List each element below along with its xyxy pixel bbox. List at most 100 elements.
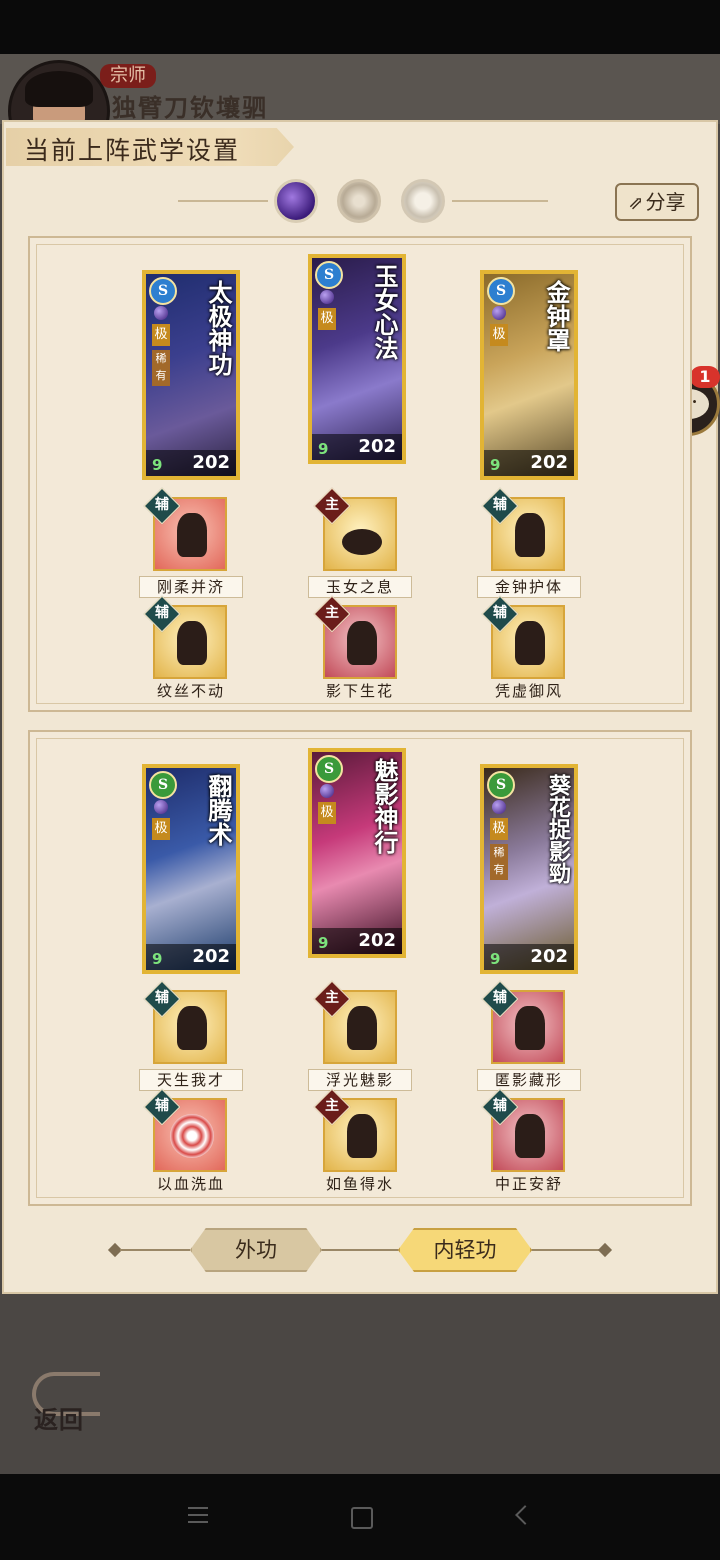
skill-tag: 辅 <box>155 1098 169 1114</box>
card-orb-icon <box>320 290 334 304</box>
card-grade-badge: S <box>487 771 515 799</box>
card-name: 金钟罩 <box>542 280 571 352</box>
skill-card[interactable]: S 极 魅影神行 202 9 <box>308 748 406 958</box>
skill-tag: 辅 <box>493 605 507 621</box>
skill-figure <box>177 621 207 665</box>
back-label: 返回 <box>34 1405 84 1434</box>
card-orb-icon <box>492 306 506 320</box>
skill-name: 匿影藏形 <box>477 1069 581 1091</box>
card-grade-badge: S <box>315 755 343 783</box>
panel-title: 当前上阵武学设置 <box>24 136 241 165</box>
skill-figure <box>342 529 382 555</box>
skill-figure <box>347 1006 377 1050</box>
chat-unread-badge: 1 <box>690 366 720 388</box>
card-orb-icon <box>154 306 168 320</box>
skill-icon[interactable]: 辅 <box>481 487 565 571</box>
card-tier: 极 <box>152 818 170 840</box>
skill-name: 金钟护体 <box>477 576 581 598</box>
skill-icon[interactable]: 辅 <box>481 980 565 1064</box>
skill-card[interactable]: S 极 翻腾术 202 9 <box>142 764 240 974</box>
skill-card[interactable]: S 极 金钟罩 202 9 <box>480 270 578 480</box>
skill-figure <box>177 1006 207 1050</box>
skill-icon[interactable]: 辅 <box>143 980 227 1064</box>
skill-tag: 主 <box>325 497 339 513</box>
card-grade-badge: S <box>487 277 515 305</box>
card-orb-icon <box>154 800 168 814</box>
card-name: 太极神功 <box>204 280 233 376</box>
menu-icon[interactable] <box>188 1507 208 1523</box>
card-star-count: 9 <box>152 950 163 968</box>
status-bar <box>0 0 720 54</box>
skill-name: 刚柔并济 <box>139 576 243 598</box>
skill-figure <box>515 1114 545 1158</box>
skill-figure <box>515 513 545 557</box>
skill-name: 玉女之息 <box>308 576 412 598</box>
skill-tag: 辅 <box>155 605 169 621</box>
skill-tag: 辅 <box>493 1098 507 1114</box>
skill-figure <box>347 621 377 665</box>
skill-tag: 辅 <box>155 497 169 513</box>
skill-name: 中正安舒 <box>494 1175 563 1193</box>
tab-outer-skill[interactable]: 外功 <box>190 1228 322 1272</box>
page-indicator-1[interactable] <box>274 179 318 223</box>
skill-card[interactable]: S 极 玉女心法 202 9 <box>308 254 406 464</box>
card-tier: 极 <box>318 308 336 330</box>
card-name: 翻腾术 <box>204 774 233 846</box>
skill-card[interactable]: S 极 稀有 葵花捉影勁 202 9 <box>480 764 578 974</box>
skill-icon[interactable]: 辅 <box>143 487 227 571</box>
card-star-count: 9 <box>490 950 501 968</box>
skill-tag: 主 <box>325 990 339 1006</box>
skill-icon[interactable]: 主 <box>313 980 397 1064</box>
skill-tag: 辅 <box>155 990 169 1006</box>
card-star-count: 9 <box>318 934 329 952</box>
skill-icon[interactable]: 辅 <box>481 595 565 679</box>
tab-bar-line-mid <box>320 1249 400 1251</box>
avatar-hair <box>25 71 93 107</box>
skill-card[interactable]: S 极 稀有 太极神功 202 9 <box>142 270 240 480</box>
card-star-count: 9 <box>490 456 501 474</box>
skill-name: 天生我才 <box>139 1069 243 1091</box>
share-button[interactable]: ⇗ 分享 <box>615 183 699 221</box>
page-indicator-2[interactable] <box>337 179 381 223</box>
card-rarity: 稀有 <box>490 844 508 880</box>
card-orb-icon <box>320 784 334 798</box>
skill-icon[interactable]: 主 <box>313 595 397 679</box>
skill-name: 凭虚御风 <box>494 682 563 700</box>
skill-tag: 主 <box>325 1098 339 1114</box>
player-name: 独臂刀钦壤驷 <box>112 93 268 122</box>
skill-name: 影下生花 <box>325 682 394 700</box>
card-tier: 极 <box>490 324 508 346</box>
share-label: 分享 <box>645 190 686 214</box>
card-tier: 极 <box>318 802 336 824</box>
tab-bar-line-left <box>120 1249 190 1251</box>
skill-name: 以血洗血 <box>156 1175 225 1193</box>
skill-figure <box>347 1114 377 1158</box>
page-divider-left <box>178 200 268 202</box>
card-name: 魅影神行 <box>370 758 399 854</box>
skill-name: 纹丝不动 <box>156 682 225 700</box>
skill-tag: 辅 <box>493 497 507 513</box>
skill-figure <box>177 513 207 557</box>
card-grade-badge: S <box>149 277 177 305</box>
skill-icon[interactable]: 主 <box>313 1088 397 1172</box>
tab-inner-skill[interactable]: 内轻功 <box>398 1228 532 1272</box>
skill-icon[interactable]: 辅 <box>143 1088 227 1172</box>
card-star-count: 9 <box>318 440 329 458</box>
page-divider-right <box>452 200 548 202</box>
back-button[interactable]: 返回 <box>28 1366 104 1436</box>
card-star-count: 9 <box>152 456 163 474</box>
skill-icon[interactable]: 辅 <box>481 1088 565 1172</box>
skill-figure <box>515 621 545 665</box>
skill-name: 如鱼得水 <box>325 1175 394 1193</box>
card-grade-badge: S <box>315 261 343 289</box>
card-tier: 极 <box>152 324 170 346</box>
card-name: 葵花捉影勁 <box>545 774 571 884</box>
card-orb-icon <box>492 800 506 814</box>
skill-icon[interactable]: 主 <box>313 487 397 571</box>
skill-tag: 辅 <box>493 990 507 1006</box>
skill-icon[interactable]: 辅 <box>143 595 227 679</box>
share-icon: ⇗ <box>628 193 644 214</box>
page-indicator-3[interactable] <box>401 179 445 223</box>
skill-figure <box>170 1114 214 1158</box>
home-icon[interactable] <box>351 1507 373 1529</box>
